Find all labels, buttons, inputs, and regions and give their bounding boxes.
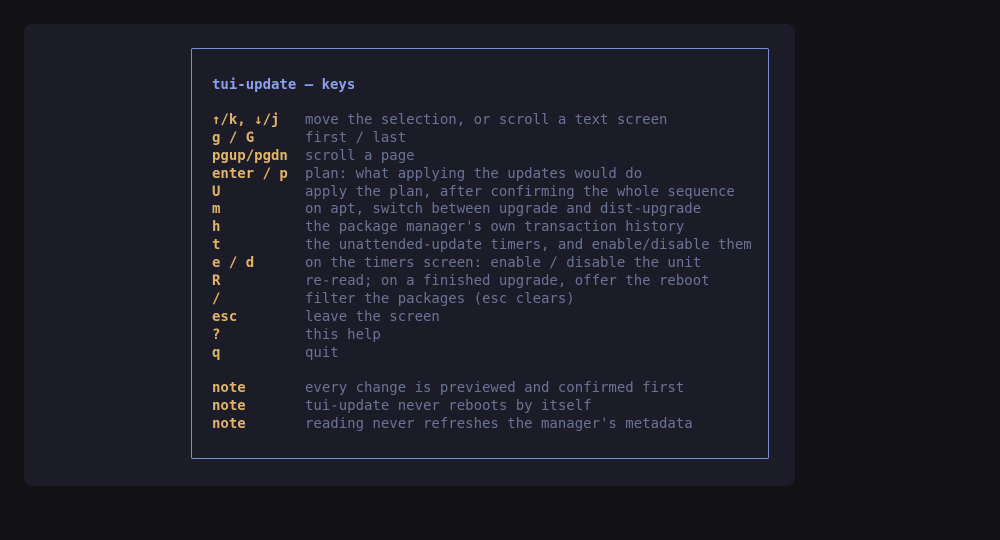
keybinding-row: pgup/pgdn scroll a page [212,148,752,166]
help-overlay: tui-update — keys ↑/k, ↓/j move the selec… [191,48,769,459]
key-description: the package manager's own transaction hi… [305,219,685,236]
key-description: scroll a page [305,147,415,164]
key-description: leave the screen [305,308,440,325]
note-text: reading never refreshes the manager's me… [305,416,693,433]
key-label: m [212,201,221,218]
key-label: ↑/k, ↓/j [212,112,280,128]
keybinding-row: t the unattended-update timers, and enabl… [212,237,752,255]
keybinding-row: Uapply the plan, after confirming the wh… [212,184,752,202]
key-label: t [212,237,221,254]
keybinding-row: g / G first / last [212,130,752,148]
keybinding-row: h the package manager's own transaction h… [212,219,752,237]
key-description: plan: what applying the updates would do [305,165,643,182]
note-row: note tui-update never reboots by itself [212,398,752,416]
key-label: h [212,219,221,236]
note-label: note [212,398,246,415]
key-label: e / d [212,255,255,272]
note-row: note reading never refreshes the manager'… [212,416,752,434]
note-label: note [212,380,246,397]
key-label: esc [212,308,238,325]
terminal-window: tui-update — keys ↑/k, ↓/j move the selec… [24,24,795,486]
note-label: note [212,416,246,433]
key-description: this help [305,326,381,343]
keybinding-row: Rre-read; on a finished upgrade, offer t… [212,273,752,291]
key-label: ? [212,326,221,343]
keybinding-row: m on apt, switch between upgrade and dist… [212,201,752,219]
key-description: re-read; on a finished upgrade, offer th… [305,273,710,290]
keybinding-list: ↑/k, ↓/j move the selection, or scroll a … [212,112,752,434]
keybinding-row: enter / p plan: what applying the updates… [212,166,752,184]
key-label: R [212,273,221,290]
key-label: enter / p [212,165,288,182]
keybinding-row: ? this help [212,327,752,345]
key-label: pgup/pgdn [212,147,288,164]
key-label: q [212,344,221,361]
keybinding-row: ↑/k, ↓/j move the selection, or scroll a … [212,112,752,130]
note-text: tui-update never reboots by itself [305,398,592,415]
key-label: U [212,183,221,200]
key-label: g / G [212,129,255,146]
key-description: the unattended-update timers, and enable… [305,237,752,254]
note-text: every change is previewed and confirmed … [305,380,685,397]
note-row: note every change is previewed and confir… [212,380,752,398]
keybinding-row: / filter the packages (esc clears) [212,291,752,309]
key-description: on the timers screen: enable / disable t… [305,255,702,272]
key-description: on apt, switch between upgrade and dist-… [305,201,702,218]
key-label: / [212,290,221,307]
key-description: filter the packages (esc clears) [305,290,575,307]
key-description: quit [305,344,339,361]
key-description: first / last [305,129,407,146]
keybinding-row: e / d on the timers screen: enable / disa… [212,255,752,273]
help-title: tui-update — keys [212,77,356,93]
key-description: move the selection, or scroll a text scr… [305,112,668,128]
keybinding-row: esc leave the screen [212,309,752,327]
keybinding-row: q quit [212,345,752,363]
key-description: apply the plan, after confirming the who… [305,183,735,200]
